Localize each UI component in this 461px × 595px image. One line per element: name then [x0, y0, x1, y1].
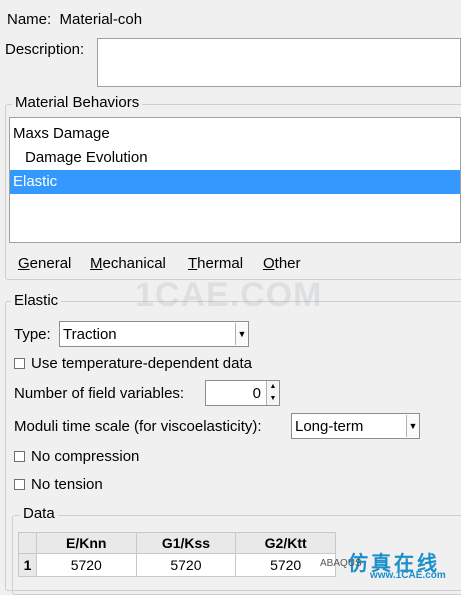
column-header-g2-ktt[interactable]: G2/Ktt — [235, 532, 336, 554]
menu-thermal[interactable]: Thermal — [188, 255, 243, 272]
elastic-title: Elastic — [11, 292, 62, 309]
material-name-value: Material-coh — [59, 11, 143, 28]
behavior-item-damage-evolution[interactable]: Damage Evolution — [10, 146, 460, 170]
no-tension-label: No tension — [31, 476, 103, 493]
table-cell[interactable]: 5720 — [35, 553, 137, 577]
watermark-abaqus-text: ABAQUS — [320, 558, 362, 569]
table-cell[interactable]: 5720 — [135, 553, 237, 577]
type-select[interactable]: Traction ▼ — [59, 321, 249, 347]
moduli-label: Moduli time scale (for viscoelasticity): — [14, 418, 262, 435]
field-variables-value: 0 — [252, 385, 261, 402]
no-tension-checkbox[interactable] — [14, 479, 25, 490]
behavior-item-maxs-damage[interactable]: Maxs Damage — [10, 122, 460, 146]
moduli-select-value: Long-term — [295, 417, 364, 435]
table-header-row: E/Knn G1/Kss G2/Ktt — [18, 532, 336, 554]
watermark-url-text: www.1CAE.com — [370, 570, 446, 581]
behaviors-list[interactable]: Maxs Damage Damage Evolution Elastic — [9, 117, 461, 243]
temperature-dependent-checkbox[interactable] — [14, 358, 25, 369]
description-label: Description: — [5, 41, 85, 58]
name-label: Name: Material-coh — [7, 11, 143, 28]
field-variables-label: Number of field variables: — [14, 385, 185, 402]
description-input[interactable] — [97, 38, 461, 87]
column-header-e-knn[interactable]: E/Knn — [35, 532, 137, 554]
field-variables-spinner[interactable]: 0 ▲ ▼ — [205, 380, 280, 406]
spinner-down-icon[interactable]: ▼ — [266, 393, 279, 405]
menu-mechanical[interactable]: Mechanical — [90, 255, 166, 272]
material-behaviors-title: Material Behaviors — [12, 94, 143, 111]
data-table[interactable]: E/Knn G1/Kss G2/Ktt 1 5720 5720 5720 — [18, 532, 336, 577]
chevron-down-icon: ▼ — [235, 323, 248, 345]
column-header-g1-kss[interactable]: G1/Kss — [135, 532, 237, 554]
menu-other[interactable]: Other — [263, 255, 301, 272]
row-index: 1 — [18, 553, 37, 577]
type-label: Type: — [14, 326, 51, 343]
data-title: Data — [20, 505, 58, 522]
behavior-item-elastic[interactable]: Elastic — [10, 170, 460, 194]
spinner-up-icon[interactable]: ▲ — [266, 381, 279, 393]
no-compression-checkbox[interactable] — [14, 451, 25, 462]
moduli-select[interactable]: Long-term ▼ — [291, 413, 420, 439]
menu-general[interactable]: General — [18, 255, 71, 272]
watermark-1cae: 1CAE.COM — [135, 276, 323, 314]
temperature-dependent-label: Use temperature-dependent data — [31, 355, 252, 372]
chevron-down-icon: ▼ — [406, 415, 419, 437]
table-row: 1 5720 5720 5720 — [18, 553, 336, 577]
no-compression-label: No compression — [31, 448, 140, 465]
type-select-value: Traction — [63, 325, 117, 343]
table-corner — [18, 532, 37, 554]
